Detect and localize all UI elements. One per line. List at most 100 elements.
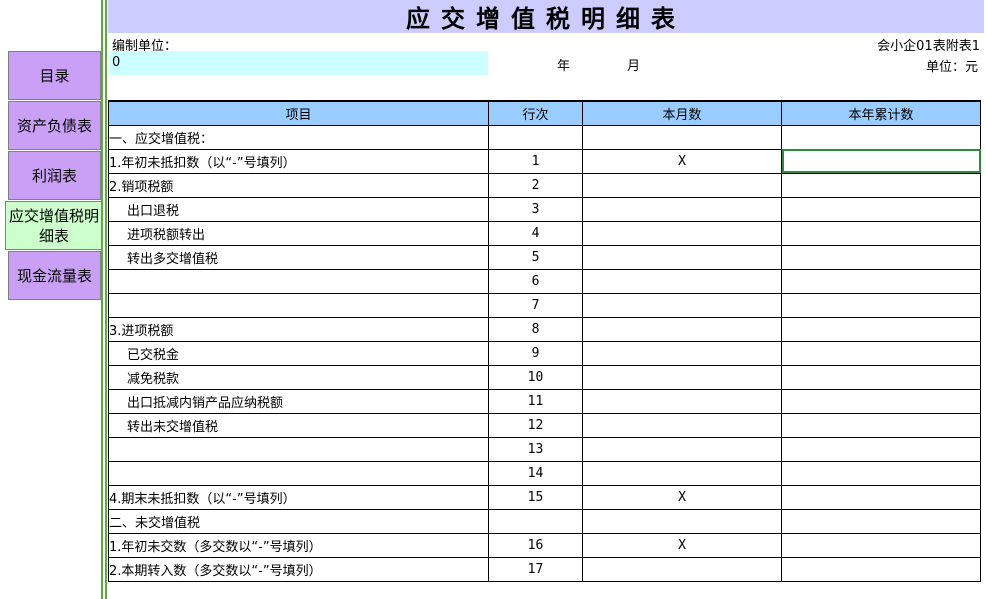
month-label: 月: [627, 59, 641, 74]
item-cell: 转出未交增值税: [108, 412, 489, 438]
form-code: 会小企01表附表1: [877, 39, 980, 54]
line-no-cell: 13: [488, 436, 583, 462]
month-amount-cell[interactable]: X: [582, 148, 782, 174]
line-no-cell: 16: [488, 532, 583, 558]
item-cell: 一、应交增值税：: [108, 124, 489, 150]
ytd-amount-cell[interactable]: [781, 124, 981, 150]
ytd-amount-cell[interactable]: [781, 340, 981, 366]
month-amount-cell[interactable]: [582, 220, 782, 246]
sidebar: 目录 资产负债表 利润表 应交增值税明细表 现金流量表: [0, 0, 103, 599]
ytd-amount-cell[interactable]: [781, 436, 981, 462]
ytd-amount-cell[interactable]: [781, 316, 981, 342]
table-row: 6: [108, 268, 981, 294]
table-row: 14: [108, 460, 981, 486]
ytd-amount-cell[interactable]: [781, 172, 981, 198]
line-no-cell: 4: [488, 220, 583, 246]
ytd-amount-cell[interactable]: [781, 508, 981, 534]
month-amount-cell[interactable]: [582, 124, 782, 150]
month-amount-cell[interactable]: X: [582, 532, 782, 558]
line-no-cell: 1: [488, 148, 583, 174]
line-no-cell: 7: [488, 292, 583, 318]
sidebar-item-vat-detail[interactable]: 应交增值税明细表: [5, 201, 103, 250]
table-row: 7: [108, 292, 981, 318]
month-amount-cell[interactable]: [582, 196, 782, 222]
ytd-amount-cell[interactable]: [781, 268, 981, 294]
line-no-cell: 17: [488, 556, 583, 582]
sidebar-item-income-statement[interactable]: 利润表: [8, 151, 101, 200]
item-cell: 2.本期转入数（多交数以“-”号填列）: [108, 556, 489, 582]
table-row: 2.本期转入数（多交数以“-”号填列） 17: [108, 556, 981, 582]
table-row: 1.年初未抵扣数（以“-”号填列） 1 X: [108, 148, 981, 174]
table-row: 出口抵减内销产品应纳税额 11: [108, 388, 981, 414]
month-amount-cell[interactable]: [582, 340, 782, 366]
item-cell: 进项税额转出: [108, 220, 489, 246]
ytd-amount-cell[interactable]: [781, 412, 981, 438]
year-label: 年: [557, 59, 571, 74]
month-amount-cell[interactable]: [582, 436, 782, 462]
ytd-amount-cell[interactable]: [781, 388, 981, 414]
month-amount-cell[interactable]: [582, 268, 782, 294]
item-cell: [108, 436, 489, 462]
table-row: 转出未交增值税 12: [108, 412, 981, 438]
item-cell: 减免税款: [108, 364, 489, 390]
table-row: 1.年初未交数（多交数以“-”号填列） 16 X: [108, 532, 981, 558]
sidebar-item-cash-flow[interactable]: 现金流量表: [8, 251, 101, 300]
sidebar-item-balance-sheet[interactable]: 资产负债表: [8, 101, 101, 150]
sidebar-item-catalog[interactable]: 目录: [8, 51, 101, 100]
item-cell: 1.年初未交数（多交数以“-”号填列）: [108, 532, 489, 558]
line-no-cell: [488, 508, 583, 534]
month-amount-cell[interactable]: [582, 364, 782, 390]
month-amount-cell[interactable]: [582, 244, 782, 270]
table-row: 4.期末未抵扣数（以“-”号填列） 15 X: [108, 484, 981, 510]
line-no-cell: 12: [488, 412, 583, 438]
item-cell: 出口退税: [108, 196, 489, 222]
column-header-month: 本月数: [582, 100, 782, 126]
ytd-amount-cell[interactable]: [781, 532, 981, 558]
month-amount-cell[interactable]: [582, 508, 782, 534]
ytd-amount-cell[interactable]: [781, 292, 981, 318]
line-no-cell: 9: [488, 340, 583, 366]
divider-line: [105, 0, 107, 599]
month-amount-cell[interactable]: [582, 412, 782, 438]
ytd-amount-cell[interactable]: [781, 364, 981, 390]
ytd-amount-cell[interactable]: [781, 196, 981, 222]
month-amount-cell[interactable]: [582, 556, 782, 582]
line-no-cell: 14: [488, 460, 583, 486]
month-amount-cell[interactable]: [582, 292, 782, 318]
month-amount-cell[interactable]: [582, 316, 782, 342]
line-no-cell: 15: [488, 484, 583, 510]
currency-unit: 单位：元: [925, 60, 978, 75]
unit-input[interactable]: 0: [110, 51, 488, 75]
item-cell: 2.销项税额: [108, 172, 489, 198]
table-row: 3.进项税额 8: [108, 316, 981, 342]
line-no-cell: 11: [488, 388, 583, 414]
item-cell: [108, 292, 489, 318]
table-row: 一、应交增值税：: [108, 124, 981, 150]
month-amount-cell[interactable]: [582, 172, 782, 198]
item-cell: 二、未交增值税: [108, 508, 489, 534]
month-amount-cell[interactable]: [582, 460, 782, 486]
table-row: 二、未交增值税: [108, 508, 981, 534]
table-row: 出口退税 3: [108, 196, 981, 222]
month-amount-cell[interactable]: [582, 388, 782, 414]
ytd-amount-cell[interactable]: [781, 484, 981, 510]
item-cell: [108, 268, 489, 294]
table-row: 13: [108, 436, 981, 462]
line-no-cell: 6: [488, 268, 583, 294]
line-no-cell: 2: [488, 172, 583, 198]
table-row: 转出多交增值税 5: [108, 244, 981, 270]
ytd-amount-cell[interactable]: [781, 556, 981, 582]
divider-line: [101, 0, 103, 599]
ytd-amount-cell[interactable]: [781, 220, 981, 246]
month-amount-cell[interactable]: X: [582, 484, 782, 510]
line-no-cell: 10: [488, 364, 583, 390]
ytd-amount-cell[interactable]: [781, 244, 981, 270]
column-header-item: 项目: [108, 100, 489, 126]
ytd-amount-cell[interactable]: [781, 460, 981, 486]
item-cell: 1.年初未抵扣数（以“-”号填列）: [108, 148, 489, 174]
ytd-amount-cell[interactable]: [781, 148, 981, 174]
line-no-cell: 5: [488, 244, 583, 270]
page-title: 应交增值税明细表: [108, 0, 984, 33]
table-row: 减免税款 10: [108, 364, 981, 390]
line-no-cell: 8: [488, 316, 583, 342]
